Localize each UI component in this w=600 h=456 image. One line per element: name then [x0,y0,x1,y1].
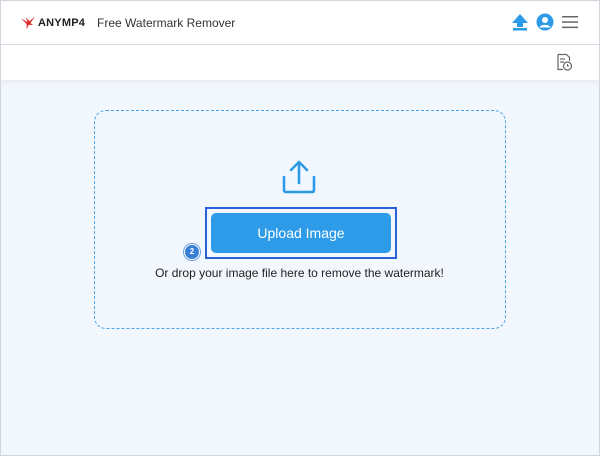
brand-name: ANYMP4 [38,17,86,29]
hamburger-menu-icon[interactable] [561,13,579,31]
app-window: ANYMP4 Free Watermark Remover Upload Ima… [0,0,600,456]
drop-hint-text: Or drop your image file here to remove t… [155,266,444,280]
top-bar: ANYMP4 Free Watermark Remover [1,1,599,45]
drop-zone[interactable]: Upload Image 2 Or drop your image file h… [94,110,506,329]
user-icon[interactable] [536,13,554,31]
upload-icon [282,160,316,194]
brand[interactable]: ANYMP4 Free Watermark Remover [21,14,235,32]
upload-arrow-icon[interactable] [511,13,529,31]
history-icon[interactable] [555,53,573,71]
bird-logo-icon [21,16,36,30]
step-badge: 2 [184,244,200,260]
toolbar [1,45,599,80]
upload-image-button[interactable]: Upload Image [211,213,391,253]
app-title: Free Watermark Remover [97,16,236,30]
top-actions [511,13,579,31]
